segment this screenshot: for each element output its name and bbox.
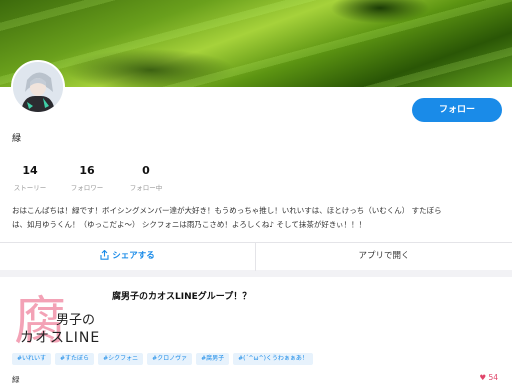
story-title[interactable]: 腐男子のカオスLINEグループ！？	[112, 289, 251, 302]
follow-button[interactable]: フォロー	[412, 98, 502, 122]
thumbnail-text: 男子の	[56, 313, 96, 328]
stat-label: フォロー中	[129, 184, 163, 192]
stat-stories[interactable]: 14 ストーリー	[0, 164, 60, 192]
story-author[interactable]: 緑	[12, 374, 20, 385]
stat-label: フォロワー	[70, 184, 104, 192]
tag-list: #いれいす #すたぼら #シクフォニ #クロノヴァ #腐男子 #(´^ω^)くう…	[12, 353, 502, 367]
profile-bio: おはこんばちは！緑です！ボイシングメンバー達が大好き！もうめっちゃ推し！いれいす…	[12, 204, 492, 232]
tag[interactable]: #いれいす	[12, 353, 52, 365]
heart-icon: ♥	[479, 373, 487, 382]
story-thumbnail[interactable]: 腐 男子の カオスLINE	[12, 287, 104, 347]
story-card[interactable]: 腐 男子の カオスLINE 腐男子のカオスLINEグループ！？ #いれいす #す…	[0, 277, 512, 387]
profile-name: 緑	[12, 134, 22, 144]
share-label: シェアする	[112, 251, 155, 261]
tag[interactable]: #クロノヴァ	[147, 353, 193, 365]
stat-value: 14	[22, 164, 38, 177]
stat-label: ストーリー	[13, 184, 47, 192]
profile-banner	[0, 0, 512, 87]
share-button[interactable]: シェアする	[0, 243, 256, 271]
tag[interactable]: #すたぼら	[55, 353, 95, 365]
tag[interactable]: #シクフォニ	[98, 353, 144, 365]
action-bar: シェアする アプリで開く	[0, 242, 512, 271]
stat-value: 16	[79, 164, 95, 177]
tag[interactable]: #腐男子	[196, 353, 230, 365]
avatar[interactable]	[11, 60, 65, 114]
share-icon	[100, 249, 109, 260]
stat-value: 0	[142, 164, 150, 177]
open-in-app-button[interactable]: アプリで開く	[256, 243, 512, 271]
open-in-app-label: アプリで開く	[358, 251, 410, 261]
like-count-value: 54	[488, 373, 498, 382]
stat-following[interactable]: 0 フォロー中	[116, 164, 176, 192]
bio-line: おはこんばちは！緑です！ボイシングメンバー達が大好き！もうめっちゃ推し！いれいす…	[12, 206, 442, 215]
avatar-image	[13, 62, 63, 112]
bio-line: は、如月ゆうくん！（ゆっこだよ〜） シクフォニは雨乃こさめ！よろしくね♪ そして…	[12, 220, 367, 229]
stat-followers[interactable]: 16 フォロワー	[57, 164, 117, 192]
thumbnail-text: カオスLINE	[20, 330, 101, 346]
tag[interactable]: #(´^ω^)くうわぁぁあ！	[233, 353, 313, 365]
like-count[interactable]: ♥ 54	[479, 373, 498, 382]
